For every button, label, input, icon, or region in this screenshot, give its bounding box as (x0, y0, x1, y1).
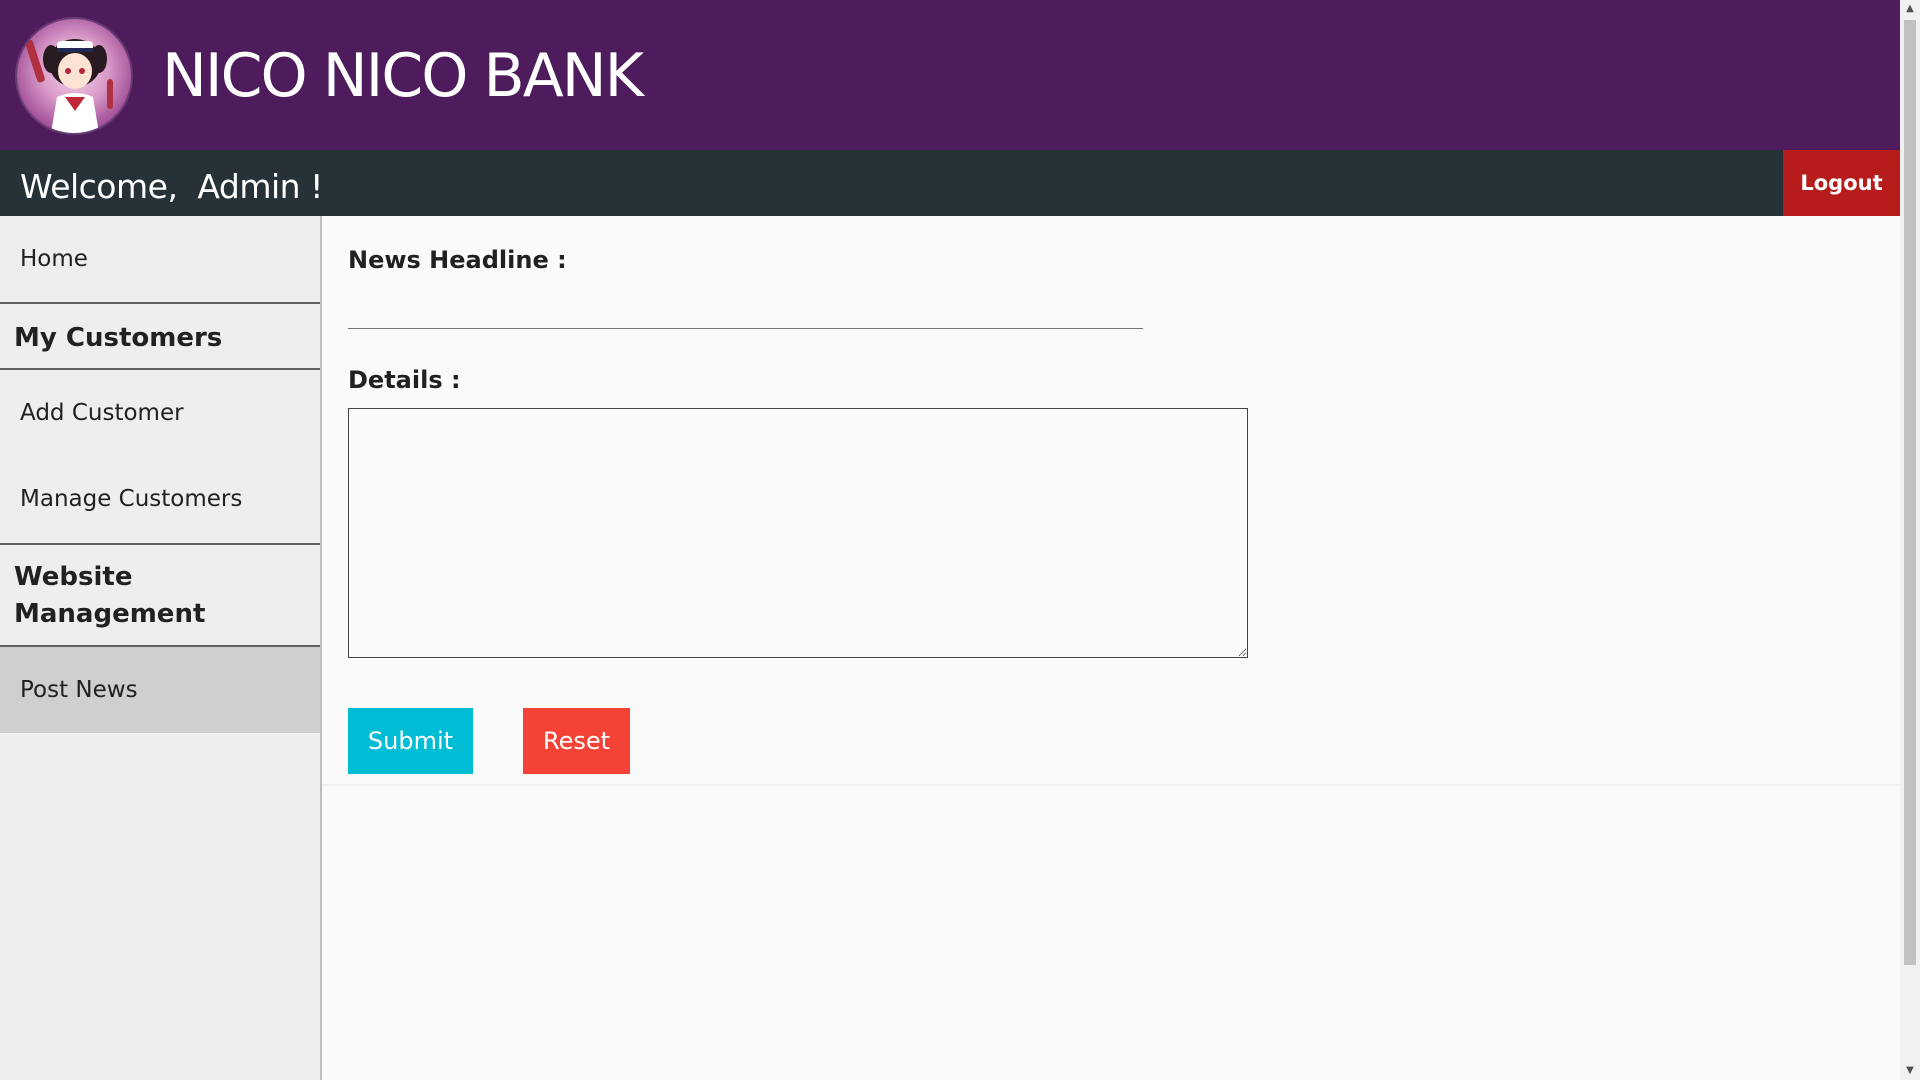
content-divider (322, 784, 1900, 786)
sidebar-divider (0, 543, 320, 545)
headline-label: News Headline : (348, 246, 567, 274)
sidebar-section-my-customers: My Customers (14, 323, 223, 353)
logo-avatar-icon (17, 19, 131, 133)
sidebar-section-label-line1: Website (14, 562, 133, 592)
sidebar-section-label-line2: Management (14, 599, 206, 629)
page-scrollbar[interactable]: ▲ ▼ (1900, 0, 1920, 1080)
sidebar-item-manage-customers[interactable]: Manage Customers (0, 456, 320, 542)
details-label: Details : (348, 366, 461, 394)
sidebar-divider (0, 302, 320, 304)
logout-button[interactable]: Logout (1783, 150, 1900, 216)
scroll-down-arrow-icon[interactable]: ▼ (1900, 1062, 1920, 1080)
page: NICO NICO BANK Welcome, Admin ! Logout H… (0, 0, 1920, 1080)
header-bar: NICO NICO BANK (0, 0, 1900, 150)
reset-button[interactable]: Reset (523, 708, 630, 774)
submit-button[interactable]: Submit (348, 708, 473, 774)
sidebar-item-home[interactable]: Home (0, 216, 320, 302)
sidebar: Home My Customers Add Customer Manage Cu… (0, 216, 322, 1080)
details-textarea[interactable] (348, 408, 1248, 658)
sidebar-item-post-news[interactable]: Post News (0, 647, 320, 733)
sidebar-item-add-customer[interactable]: Add Customer (0, 370, 320, 456)
scroll-up-arrow-icon[interactable]: ▲ (1900, 0, 1920, 18)
welcome-text: Welcome, Admin ! (20, 167, 323, 206)
brand-title: NICO NICO BANK (162, 41, 644, 111)
sidebar-section-website-management: Website Management (0, 559, 320, 633)
scrollbar-thumb[interactable] (1904, 20, 1916, 965)
headline-input[interactable] (348, 290, 1143, 329)
